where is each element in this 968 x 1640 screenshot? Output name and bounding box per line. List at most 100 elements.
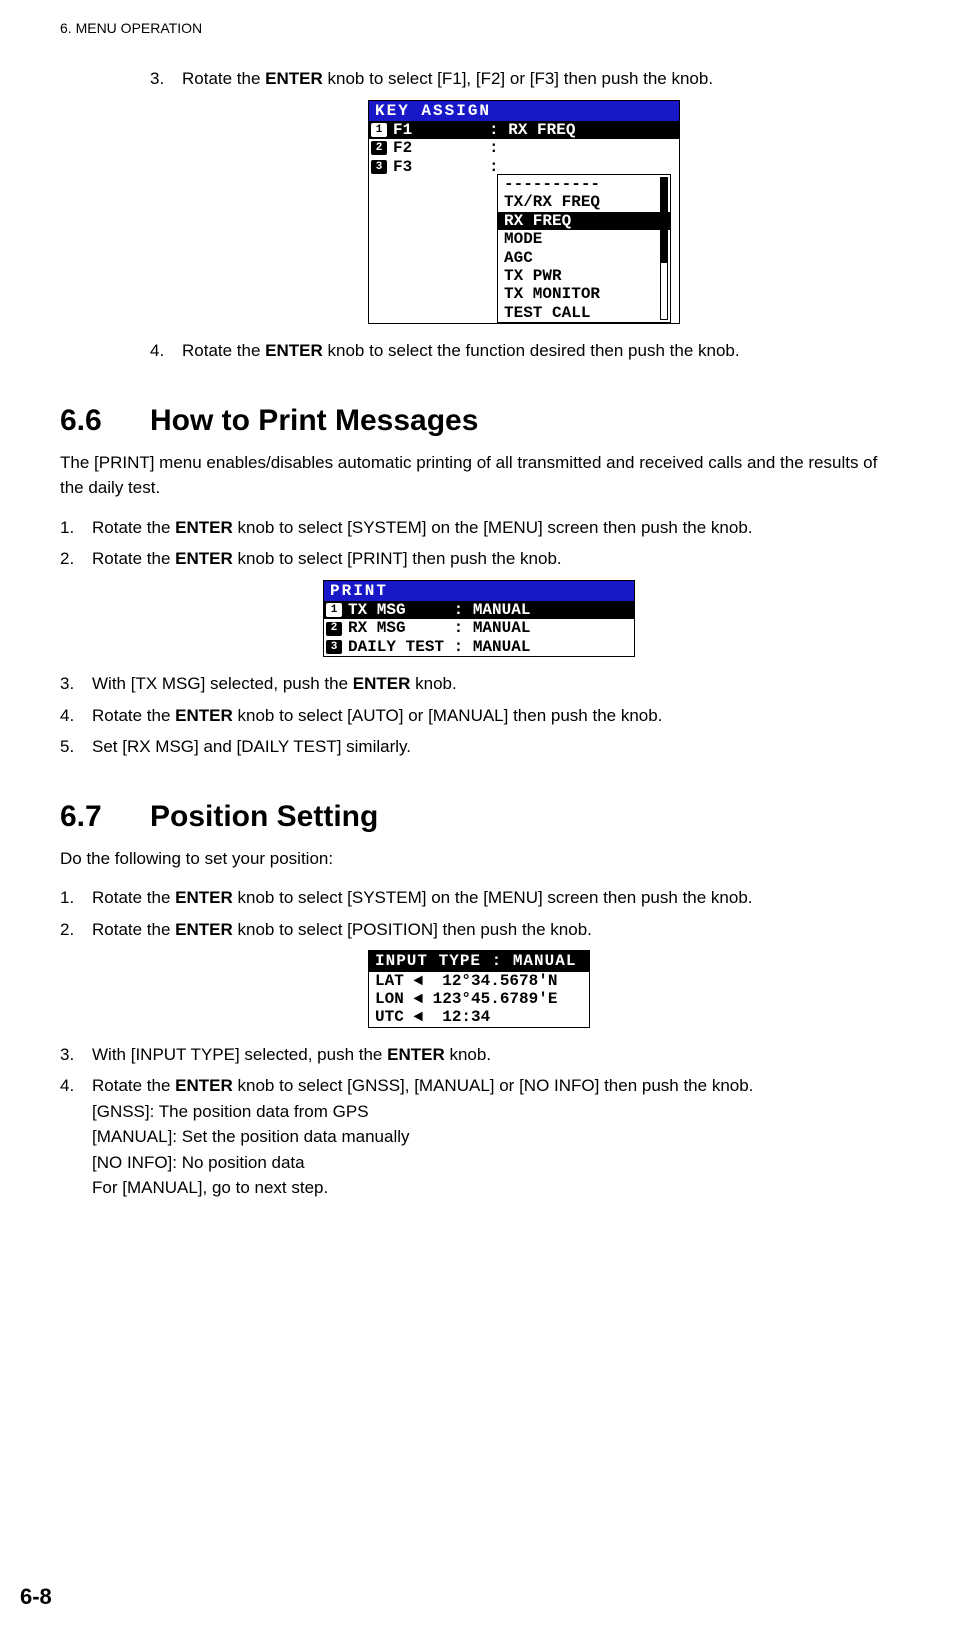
lcd-row: 1 TX MSG : MANUAL	[324, 601, 634, 619]
section-intro: The [PRINT] menu enables/disables automa…	[60, 450, 898, 501]
text: knob to select [GNSS], [MANUAL] or [NO I…	[233, 1076, 754, 1095]
lcd-row: 3 DAILY TEST : MANUAL	[324, 638, 634, 656]
section-heading-67: 6.7 Position Setting	[60, 800, 908, 834]
text: With [INPUT TYPE] selected, push the	[92, 1045, 387, 1064]
step-num: 1.	[60, 885, 92, 911]
sub-line: [NO INFO]: No position data	[92, 1150, 898, 1176]
row-badge: 2	[371, 141, 387, 155]
text: Rotate the	[92, 1076, 175, 1095]
text: Rotate the	[92, 706, 175, 725]
sub-line: [GNSS]: The position data from GPS	[92, 1099, 898, 1125]
step-4: 4. Rotate the ENTER knob to select [AUTO…	[60, 703, 898, 729]
lcd-row: LAT ◄ 12°34.5678'N	[369, 972, 589, 990]
scrollbar	[660, 177, 668, 320]
step-text: With [INPUT TYPE] selected, push the ENT…	[92, 1042, 898, 1068]
row-badge: 1	[371, 123, 387, 137]
step-text: Rotate the ENTER knob to select the func…	[182, 338, 898, 364]
text-bold: ENTER	[353, 674, 411, 693]
step-num: 5.	[60, 734, 92, 760]
text: Set [RX MSG] and [DAILY TEST] similarly.	[92, 737, 411, 756]
lcd-row: LON ◄ 123°45.6789'E	[369, 990, 589, 1008]
step-text: Set [RX MSG] and [DAILY TEST] similarly.	[92, 734, 898, 760]
text: Rotate the	[92, 920, 175, 939]
step-num: 2.	[60, 546, 92, 572]
step-text: Rotate the ENTER knob to select [GNSS], …	[92, 1073, 898, 1201]
drop-item: ----------	[498, 175, 670, 193]
step-num: 1.	[60, 515, 92, 541]
row-label: LAT ◄ 12°34.5678'N	[375, 972, 557, 990]
text: Rotate the	[182, 69, 265, 88]
drop-item: TX/RX FREQ	[498, 193, 670, 211]
chapter-header: 6. MENU OPERATION	[60, 20, 908, 36]
section-title: How to Print Messages	[150, 404, 478, 438]
step-text: Rotate the ENTER knob to select [PRINT] …	[92, 546, 898, 572]
section-num: 6.6	[60, 404, 150, 438]
row-badge: 2	[326, 622, 342, 636]
row-label: LON ◄ 123°45.6789'E	[375, 990, 557, 1008]
row-label: F1 : RX FREQ	[393, 121, 575, 139]
text: knob to select the function desired then…	[323, 341, 740, 360]
drop-item-selected: RX FREQ	[498, 212, 670, 230]
drop-item: TX MONITOR	[498, 285, 670, 303]
lcd-row: UTC ◄ 12:34	[369, 1008, 589, 1026]
step-text: Rotate the ENTER knob to select [F1], [F…	[182, 66, 898, 92]
step-5: 5. Set [RX MSG] and [DAILY TEST] similar…	[60, 734, 898, 760]
row-label: DAILY TEST : MANUAL	[348, 638, 530, 656]
step-3: 3. With [INPUT TYPE] selected, push the …	[60, 1042, 898, 1068]
step-4: 4. Rotate the ENTER knob to select the f…	[150, 338, 898, 364]
step-text: Rotate the ENTER knob to select [POSITIO…	[92, 917, 898, 943]
step-3: 3. Rotate the ENTER knob to select [F1],…	[150, 66, 898, 92]
text: Rotate the	[92, 518, 175, 537]
lcd-title: INPUT TYPE : MANUAL	[369, 951, 589, 971]
row-label: TX MSG : MANUAL	[348, 601, 530, 619]
drop-item: TEST CALL	[498, 304, 670, 322]
lcd-title: KEY ASSIGN	[369, 101, 679, 121]
text: Rotate the	[92, 549, 175, 568]
step-2: 2. Rotate the ENTER knob to select [POSI…	[60, 917, 898, 943]
lcd-row: 1 F1 : RX FREQ	[369, 121, 679, 139]
step-num: 3.	[60, 1042, 92, 1068]
step-4: 4. Rotate the ENTER knob to select [GNSS…	[60, 1073, 898, 1201]
text-bold: ENTER	[175, 920, 233, 939]
step-text: Rotate the ENTER knob to select [SYSTEM]…	[92, 885, 898, 911]
sub-line: For [MANUAL], go to next step.	[92, 1175, 898, 1201]
text-bold: ENTER	[175, 1076, 233, 1095]
step-num: 3.	[60, 671, 92, 697]
row-badge: 1	[326, 603, 342, 617]
drop-item: TX PWR	[498, 267, 670, 285]
step-num: 4.	[150, 338, 182, 364]
row-badge: 3	[326, 640, 342, 654]
step-1: 1. Rotate the ENTER knob to select [SYST…	[60, 515, 898, 541]
step-num: 4.	[60, 703, 92, 729]
row-label: F2 :	[393, 139, 508, 157]
section-intro: Do the following to set your position:	[60, 846, 898, 872]
step-num: 4.	[60, 1073, 92, 1201]
scrollbar-thumb	[661, 178, 667, 263]
text: knob.	[445, 1045, 491, 1064]
step-text: Rotate the ENTER knob to select [AUTO] o…	[92, 703, 898, 729]
text: knob to select [POSITION] then push the …	[233, 920, 592, 939]
text-bold: ENTER	[265, 341, 323, 360]
row-label: RX MSG : MANUAL	[348, 619, 530, 637]
step-text: Rotate the ENTER knob to select [SYSTEM]…	[92, 515, 898, 541]
text: knob to select [PRINT] then push the kno…	[233, 549, 562, 568]
step-num: 2.	[60, 917, 92, 943]
step-num: 3.	[150, 66, 182, 92]
text: knob to select [F1], [F2] or [F3] then p…	[323, 69, 713, 88]
lcd-print: PRINT 1 TX MSG : MANUAL 2 RX MSG : MANUA…	[323, 580, 635, 658]
section-num: 6.7	[60, 800, 150, 834]
text-bold: ENTER	[265, 69, 323, 88]
lcd-title: PRINT	[324, 581, 634, 601]
row-label: F3 :	[393, 158, 508, 176]
text: With [TX MSG] selected, push the	[92, 674, 353, 693]
lcd-position: INPUT TYPE : MANUAL LAT ◄ 12°34.5678'N L…	[368, 950, 590, 1028]
lcd-key-assign: KEY ASSIGN 1 F1 : RX FREQ 2 F2 : 3 F3 : …	[368, 100, 680, 325]
text-bold: ENTER	[175, 706, 233, 725]
step-1: 1. Rotate the ENTER knob to select [SYST…	[60, 885, 898, 911]
lcd-row: 2 F2 :	[369, 139, 679, 157]
drop-item: AGC	[498, 249, 670, 267]
page-number: 6-8	[20, 1584, 52, 1610]
text: Rotate the	[182, 341, 265, 360]
drop-item: MODE	[498, 230, 670, 248]
lcd-row: 2 RX MSG : MANUAL	[324, 619, 634, 637]
